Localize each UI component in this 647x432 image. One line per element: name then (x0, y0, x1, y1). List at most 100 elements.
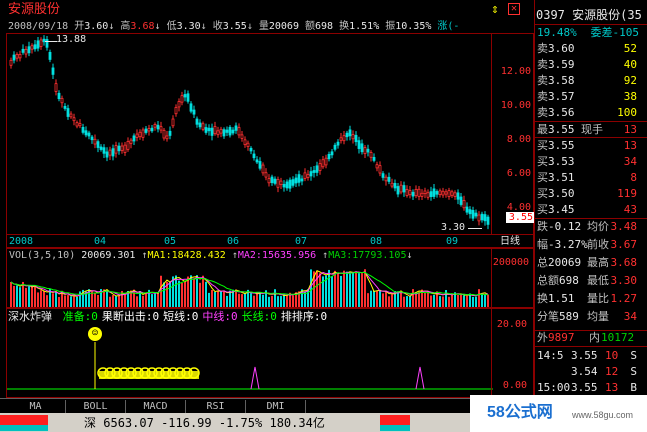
candle-body (276, 179, 280, 188)
bid-row: 买3.55 13 (537, 138, 639, 154)
stat-value: 1.27 (610, 292, 638, 305)
candle-body (48, 51, 52, 60)
volume-bar (22, 281, 24, 307)
watermark-text: 58公式网 (487, 404, 553, 421)
ma1-label: MA1:18428.432 (147, 250, 226, 261)
tab-boll[interactable]: BOLL (66, 400, 126, 413)
candle-body (378, 165, 382, 174)
indicator-axis-bottom: 0.00 (502, 380, 527, 391)
candle-body (12, 54, 16, 61)
tab-dmi[interactable]: DMI (246, 400, 306, 413)
last-label: 最 (537, 123, 548, 136)
candle-body (435, 191, 439, 195)
period-label[interactable]: 日线 (500, 236, 520, 248)
status-red-block-right (380, 415, 410, 425)
up-down-arrow-icon[interactable]: ⇕ (491, 2, 499, 17)
high-marker-label: 13.88 (56, 34, 87, 45)
volume-bar (391, 294, 393, 307)
candle-body (51, 67, 55, 75)
candle-body (162, 129, 166, 139)
candle-body (459, 196, 463, 205)
stat-value: -3.27% (548, 238, 588, 251)
volume-bar (277, 296, 279, 307)
tick-price: 3.55 (571, 381, 598, 394)
stat-value: 3.30 (610, 274, 638, 287)
volume-bar (214, 291, 216, 307)
stat-value: 3.67 (610, 238, 638, 251)
candle-body (285, 181, 289, 189)
volume-bar (466, 295, 468, 307)
candle-body (330, 151, 334, 156)
candle-body (300, 178, 304, 182)
candle-body (312, 170, 316, 173)
volume-bar (169, 282, 171, 307)
candle-body (381, 173, 385, 178)
amount-value: 698 (315, 21, 334, 32)
bid-label: 买 (537, 139, 548, 152)
candle-body (342, 135, 346, 142)
ask-price: 3.57 (548, 90, 575, 103)
candle-body (447, 190, 451, 198)
ask-label: 卖 (537, 90, 548, 103)
ask-volume: 40 (623, 58, 637, 71)
candle-body (183, 94, 187, 98)
stat-label: 换 (537, 292, 548, 305)
candle-body (375, 164, 379, 169)
price-label: 10.00 (500, 100, 531, 111)
candle-body (471, 210, 475, 219)
ask-label: 卖 (537, 74, 548, 87)
volume-bar (220, 291, 222, 307)
candle-body (207, 127, 211, 132)
candle-body (195, 118, 199, 125)
volume-bar (124, 294, 126, 307)
price-chart-pane[interactable] (6, 33, 534, 235)
stat-value: 698 (559, 274, 579, 287)
candle-body (357, 140, 361, 149)
stat-row: 幅-3.27% 前收 3.67 (537, 237, 639, 253)
volume-bar (424, 292, 426, 307)
outer-value: 9897 (548, 331, 575, 344)
candle-body (438, 190, 442, 195)
candle-body (393, 183, 397, 189)
status-index-line: 深 6563.07 -116.99 -1.75% 180.34亿 (84, 416, 325, 430)
volume-bar (376, 290, 378, 307)
volume-bar (16, 285, 18, 307)
volume-bar (109, 296, 111, 307)
candle-body (63, 105, 67, 109)
close-icon[interactable]: ✕ (508, 3, 520, 15)
stat-label: 均量 (587, 310, 609, 323)
volume-bar (43, 290, 45, 307)
volume-bar (190, 275, 192, 307)
bid-price: 3.53 (548, 155, 575, 168)
tab-ma[interactable]: MA (6, 400, 66, 413)
candle-body (318, 163, 322, 171)
volume-bar (472, 296, 474, 307)
volume-axis-label: 200000 (492, 257, 529, 268)
volume-bar (304, 291, 306, 307)
indicator-spike (415, 366, 425, 390)
candle-body (102, 147, 106, 154)
ma3-label: MA3:17793.105 (328, 250, 407, 261)
volume-bar (136, 296, 138, 307)
candle-body (483, 214, 487, 222)
tab-macd[interactable]: MACD (126, 400, 186, 413)
candle-body (159, 126, 163, 131)
candle-body (123, 144, 127, 153)
volume-bar (229, 290, 231, 307)
stat-value: 34 (623, 310, 637, 323)
indicator-item: 果断出击:0 (101, 310, 160, 323)
candle-body (201, 123, 205, 130)
date-label: 07 (295, 236, 308, 247)
high-value: 3.68 (130, 21, 155, 32)
candle-body (18, 54, 22, 59)
inner-label: 内 (589, 331, 600, 344)
index-change: -116.99 (161, 416, 212, 430)
candle-body (24, 48, 28, 55)
quote-line: 2008/09/18 开3.60↓ 高3.68↓ 低3.30↓ 收3.55↓ 量… (8, 21, 459, 33)
volume-bar (430, 295, 432, 307)
volume-bar (310, 269, 312, 307)
bid-label: 买 (537, 171, 548, 184)
candle-body (120, 145, 124, 151)
bid-label: 买 (537, 203, 548, 216)
tab-rsi[interactable]: RSI (186, 400, 246, 413)
